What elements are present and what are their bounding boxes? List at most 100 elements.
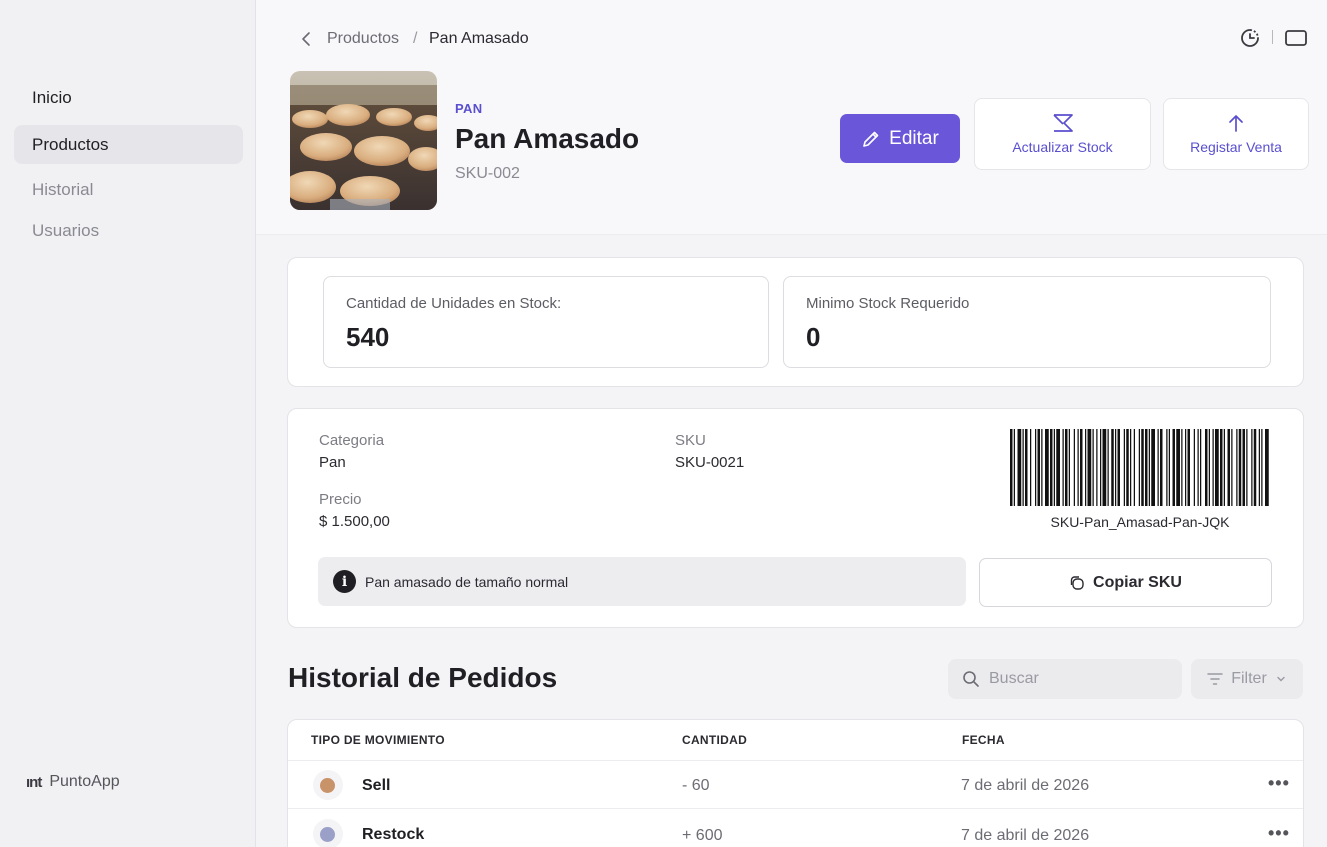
barcode-bar: [1107, 429, 1109, 506]
barcode-bar: [1013, 429, 1015, 506]
barcode-bar: [1258, 429, 1260, 506]
barcode-bar: [1062, 429, 1064, 506]
sidebar-item-label: Productos: [32, 134, 109, 154]
chevron-left-icon: [302, 32, 310, 46]
barcode-bar: [1035, 429, 1037, 506]
sidebar-item-label: Historial: [32, 179, 94, 199]
barcode-bar: [1160, 429, 1163, 506]
arrow-up-icon: [1229, 115, 1243, 132]
barcode-bar: [1117, 429, 1120, 506]
row-date: 7 de abril de 2026: [961, 777, 1090, 794]
row-quantity: - 60: [682, 777, 710, 794]
barcode-bar: [1037, 429, 1040, 506]
product-title: Pan Amasado: [455, 123, 640, 154]
row-more-button[interactable]: •••: [1268, 773, 1290, 794]
row-more-button[interactable]: •••: [1268, 823, 1290, 844]
sidebar: Inicio Productos Historial Usuarios ınt …: [0, 0, 256, 847]
product-image: [290, 71, 437, 210]
filter-label: Filter: [1231, 670, 1267, 687]
barcode-bar: [1092, 429, 1094, 506]
edit-button[interactable]: Editar: [840, 114, 960, 163]
min-stock-value: 0: [806, 322, 821, 352]
filter-button[interactable]: Filter: [1191, 659, 1303, 699]
barcode-bar: [1251, 429, 1253, 506]
barcode: [1010, 429, 1269, 506]
barcode-bar: [1236, 429, 1238, 506]
barcode-bar: [1085, 429, 1087, 506]
price-value: $ 1.500,00: [319, 513, 390, 530]
barcode-bar: [1073, 429, 1075, 506]
filter-icon: [1207, 673, 1223, 685]
barcode-bar: [1130, 429, 1132, 506]
panel-toggle-button[interactable]: [1284, 26, 1308, 50]
row-status-dot: [320, 827, 335, 842]
barcode-bar: [1100, 429, 1102, 506]
brand: ınt PuntoApp: [26, 773, 120, 791]
row-divider-line: [288, 808, 1303, 809]
barcode-bar: [1157, 429, 1159, 506]
barcode-bar: [1176, 429, 1180, 506]
barcode-bar: [1102, 429, 1107, 506]
barcode-bar: [1141, 429, 1144, 506]
barcode-bar: [1041, 429, 1043, 506]
history-button[interactable]: [1238, 26, 1262, 50]
barcode-bar: [1145, 429, 1148, 506]
barcode-bar: [1187, 429, 1190, 506]
register-sale-button[interactable]: Registar Venta: [1163, 98, 1309, 170]
pencil-icon: [863, 131, 879, 147]
barcode-bar: [1096, 429, 1098, 506]
barcode-bar: [1126, 429, 1129, 506]
barcode-bar: [1265, 429, 1269, 506]
price-label: Precio: [319, 491, 362, 508]
barcode-bar: [1077, 429, 1079, 506]
copy-sku-button[interactable]: Copiar SKU: [979, 558, 1272, 607]
sidebar-item-inicio[interactable]: Inicio: [14, 78, 243, 117]
barcode-bar: [1022, 429, 1024, 506]
sidebar-item-historial[interactable]: Historial: [14, 170, 243, 209]
sidebar-item-productos[interactable]: Productos: [14, 125, 243, 164]
barcode-bar: [1242, 429, 1245, 506]
sidebar-item-label: Inicio: [32, 87, 72, 107]
row-status-dot: [320, 778, 335, 793]
barcode-bar: [1080, 429, 1083, 506]
row-type: Sell: [362, 777, 391, 794]
barcode-bar: [1205, 429, 1208, 506]
row-date: 7 de abril de 2026: [961, 827, 1090, 844]
category-tag: PAN: [455, 101, 483, 116]
barcode-bar: [1045, 429, 1049, 506]
column-header-type: TIPO DE MOVIMIENTO: [311, 733, 445, 747]
barcode-bar: [1087, 429, 1092, 506]
barcode-bar: [1123, 429, 1125, 506]
back-button[interactable]: [297, 29, 317, 49]
stock-units-box: Cantidad de Unidades en Stock: 540: [323, 276, 769, 368]
barcode-bar: [1181, 429, 1183, 506]
sku-label: SKU: [675, 432, 706, 449]
barcode-bar: [1253, 429, 1257, 506]
stock-units-value: 540: [346, 322, 390, 352]
sku-value: SKU-0021: [675, 454, 745, 471]
search-box: [948, 659, 1182, 699]
barcode-bar: [1138, 429, 1140, 506]
barcode-bar: [1261, 429, 1263, 506]
sidebar-item-label: Usuarios: [32, 220, 100, 240]
barcode-bar: [1227, 429, 1230, 506]
header-divider: [1272, 30, 1273, 44]
search-input[interactable]: [989, 670, 1159, 688]
panel-icon: [1285, 30, 1307, 46]
row-type: Restock: [362, 826, 425, 843]
min-stock-label: Minimo Stock Requerido: [806, 295, 970, 312]
barcode-bar: [1193, 429, 1195, 506]
breadcrumb-parent[interactable]: Productos: [327, 30, 399, 48]
barcode-bar: [1056, 429, 1060, 506]
barcode-bar: [1115, 429, 1117, 506]
barcode-bar: [1220, 429, 1223, 506]
barcode-bar: [1246, 429, 1248, 506]
sidebar-item-usuarios[interactable]: Usuarios: [14, 211, 243, 250]
barcode-bar: [1151, 429, 1155, 506]
update-stock-button[interactable]: Actualizar Stock: [974, 98, 1151, 170]
breadcrumb-separator: /: [413, 30, 418, 47]
copy-icon: [1070, 575, 1084, 590]
description-text: Pan amasado de tamaño normal: [365, 573, 569, 590]
description-box: i Pan amasado de tamaño normal: [318, 557, 966, 606]
barcode-bar: [1053, 429, 1055, 506]
